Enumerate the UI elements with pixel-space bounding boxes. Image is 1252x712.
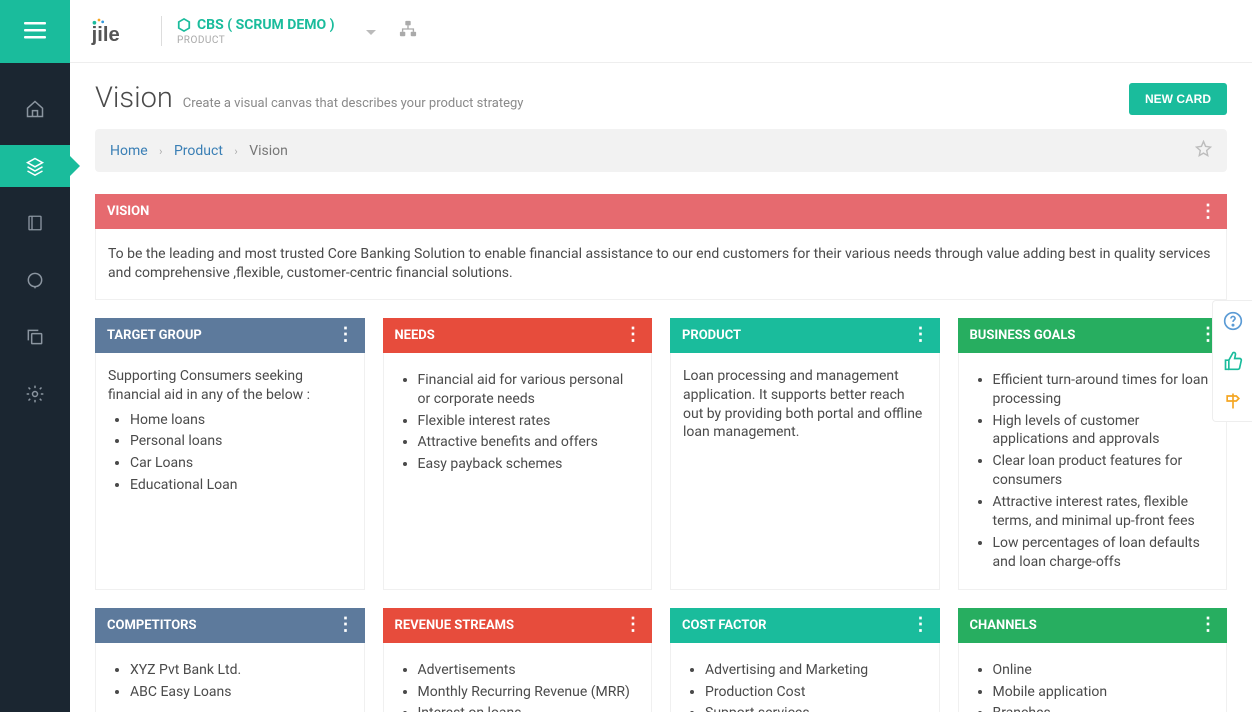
more-icon[interactable]: ⋮ bbox=[912, 328, 928, 342]
more-icon[interactable]: ⋮ bbox=[912, 618, 928, 632]
help-icon[interactable] bbox=[1213, 301, 1252, 341]
list-item: High levels of customer applications and… bbox=[993, 412, 1215, 450]
list-item: XYZ Pvt Bank Ltd. bbox=[130, 661, 352, 680]
more-icon[interactable]: ⋮ bbox=[624, 618, 640, 632]
needs-card: NEEDS ⋮ Financial aid for various person… bbox=[383, 318, 653, 590]
right-toolbar bbox=[1212, 300, 1252, 422]
card-title: NEEDS bbox=[395, 328, 435, 343]
breadcrumb-sep: › bbox=[234, 145, 237, 158]
page-title: Vision bbox=[95, 81, 173, 115]
list-item: Production Cost bbox=[705, 683, 927, 702]
more-icon[interactable]: ⋮ bbox=[624, 328, 640, 342]
card-title: BUSINESS GOALS bbox=[970, 328, 1076, 343]
card-title: COMPETITORS bbox=[107, 618, 197, 633]
card-list: OnlineMobile applicationBranchesBanking … bbox=[971, 661, 1215, 712]
product-dropdown[interactable] bbox=[365, 22, 377, 41]
favorite-icon[interactable] bbox=[1195, 140, 1212, 161]
card-list: Financial aid for various personal or co… bbox=[396, 371, 640, 474]
list-item: Easy payback schemes bbox=[418, 455, 640, 474]
vision-card: VISION ⋮ To be the leading and most trus… bbox=[95, 194, 1227, 300]
list-item: Attractive benefits and offers bbox=[418, 433, 640, 452]
main-content: Vision Create a visual canvas that descr… bbox=[70, 63, 1252, 712]
card-title: TARGET GROUP bbox=[107, 328, 202, 343]
list-item: Attractive interest rates, flexible term… bbox=[993, 493, 1215, 531]
revenue-card: REVENUE STREAMS ⋮ Advertisements Monthly … bbox=[383, 608, 653, 712]
breadcrumb: Home › Product › Vision bbox=[95, 129, 1227, 172]
more-icon[interactable]: ⋮ bbox=[337, 328, 353, 342]
product-card: PRODUCT ⋮ Loan processing and management… bbox=[670, 318, 940, 590]
list-item: Online bbox=[993, 661, 1215, 680]
list-item: ABC Easy Loans bbox=[130, 683, 352, 702]
breadcrumb-home[interactable]: Home bbox=[110, 143, 148, 159]
vision-title: VISION bbox=[107, 204, 149, 219]
page-subtitle: Create a visual canvas that describes yo… bbox=[183, 96, 524, 111]
thumbs-up-icon[interactable] bbox=[1213, 341, 1252, 381]
svg-text:jile: jile bbox=[91, 24, 120, 46]
card-title: COST FACTOR bbox=[682, 618, 767, 633]
card-list: Advertisements Monthly Recurring Revenue … bbox=[396, 661, 640, 712]
more-icon[interactable]: ⋮ bbox=[1199, 205, 1215, 219]
card-list: Efficient turn-around times for loan pro… bbox=[971, 371, 1215, 572]
list-item: Interest on loans bbox=[418, 704, 640, 712]
canvas-row-2: COMPETITORS ⋮ XYZ Pvt Bank Ltd. ABC Easy … bbox=[95, 608, 1227, 712]
business-goals-card: BUSINESS GOALS ⋮ Efficient turn-around t… bbox=[958, 318, 1228, 590]
card-title: CHANNELS bbox=[970, 618, 1037, 633]
new-card-button[interactable]: NEW CARD bbox=[1129, 83, 1227, 115]
channels-card: CHANNELS ⋮ Online Mobile application Branc… bbox=[958, 608, 1228, 712]
product-switcher[interactable]: CBS ( SCRUM DEMO ) PRODUCT bbox=[177, 17, 335, 46]
cost-card: COST FACTOR ⋮ Advertising and Marketing P… bbox=[670, 608, 940, 712]
list-item: Low percentages of loan defaults and loa… bbox=[993, 534, 1215, 572]
list-item: Support services bbox=[705, 704, 927, 712]
sidebar-home[interactable] bbox=[0, 88, 70, 130]
list-item: Monthly Recurring Revenue (MRR) bbox=[418, 683, 640, 702]
list-item: Educational Loan bbox=[130, 476, 352, 495]
card-title: PRODUCT bbox=[682, 328, 741, 343]
org-hierarchy-icon[interactable] bbox=[399, 20, 417, 42]
target-group-card: TARGET GROUP ⋮ Supporting Consumers seek… bbox=[95, 318, 365, 590]
product-name: CBS ( SCRUM DEMO ) bbox=[197, 17, 335, 33]
list-item: Branches bbox=[993, 704, 1215, 712]
card-text: Loan processing and management applicati… bbox=[670, 353, 940, 590]
vision-text: To be the leading and most trusted Core … bbox=[95, 229, 1227, 300]
list-item: Advertising and Marketing bbox=[705, 661, 927, 680]
list-item: Personal loans bbox=[130, 432, 352, 451]
list-item: Flexible interest rates bbox=[418, 412, 640, 431]
card-list: XYZ Pvt Bank Ltd. ABC Easy Loans bbox=[108, 661, 352, 702]
list-item: Home loans bbox=[130, 411, 352, 430]
breadcrumb-sep: › bbox=[159, 145, 162, 158]
product-label: PRODUCT bbox=[177, 35, 335, 46]
more-icon[interactable]: ⋮ bbox=[337, 618, 353, 632]
sidebar-layers[interactable] bbox=[0, 145, 70, 187]
signpost-icon[interactable] bbox=[1213, 381, 1252, 421]
divider bbox=[161, 16, 162, 46]
sidebar-settings[interactable] bbox=[0, 373, 70, 415]
logo[interactable]: jile bbox=[88, 16, 143, 46]
competitors-card: COMPETITORS ⋮ XYZ Pvt Bank Ltd. ABC Easy … bbox=[95, 608, 365, 712]
list-item: Car Loans bbox=[130, 454, 352, 473]
canvas-row-1: TARGET GROUP ⋮ Supporting Consumers seek… bbox=[95, 318, 1227, 590]
card-list: Home loans Personal loans Car Loans Educati… bbox=[108, 411, 352, 496]
list-item: Advertisements bbox=[418, 661, 640, 680]
card-title: REVENUE STREAMS bbox=[395, 618, 515, 633]
list-item: Mobile application bbox=[993, 683, 1215, 702]
topbar: jile CBS ( SCRUM DEMO ) PRODUCT bbox=[0, 0, 1252, 63]
breadcrumb-product[interactable]: Product bbox=[174, 143, 223, 159]
breadcrumb-current: Vision bbox=[249, 143, 288, 159]
list-item: Efficient turn-around times for loan pro… bbox=[993, 371, 1215, 409]
menu-toggle[interactable] bbox=[0, 0, 70, 63]
sidebar-notebook[interactable] bbox=[0, 202, 70, 244]
sidebar-copy[interactable] bbox=[0, 316, 70, 358]
card-list: Advertising and Marketing Production Cost… bbox=[683, 661, 927, 712]
list-item: Clear loan product features for consumer… bbox=[993, 452, 1215, 490]
sidebar bbox=[0, 63, 70, 712]
more-icon[interactable]: ⋮ bbox=[1199, 618, 1215, 632]
sidebar-circle[interactable] bbox=[0, 259, 70, 301]
card-intro: Supporting Consumers seeking financial a… bbox=[108, 367, 352, 405]
list-item: Financial aid for various personal or co… bbox=[418, 371, 640, 409]
